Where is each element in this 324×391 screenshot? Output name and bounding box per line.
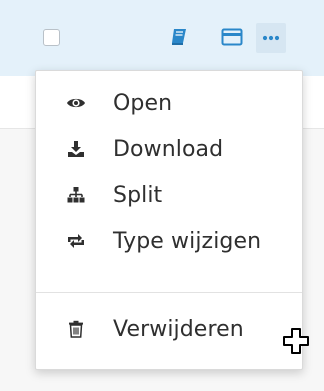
swap-icon xyxy=(66,231,86,251)
menu-item-label: Open xyxy=(113,90,173,116)
menu-divider xyxy=(36,292,302,293)
menu-item-label: Split xyxy=(113,182,163,208)
menu-item-open[interactable]: Open xyxy=(36,81,302,125)
eye-icon xyxy=(66,93,86,113)
more-button[interactable] xyxy=(256,23,286,53)
card-button[interactable] xyxy=(221,26,243,48)
row-toolbar xyxy=(0,0,324,76)
sitemap-icon xyxy=(66,185,86,205)
move-cursor-icon xyxy=(282,327,310,355)
menu-item-change-type[interactable]: Type wijzigen xyxy=(36,219,302,263)
book-icon xyxy=(168,26,190,48)
trash-icon xyxy=(66,319,86,339)
menu-item-label: Download xyxy=(113,136,224,162)
menu-item-delete[interactable]: Verwijderen xyxy=(36,307,302,351)
menu-item-label: Verwijderen xyxy=(113,316,244,342)
credit-card-icon xyxy=(221,26,243,48)
menu-item-split[interactable]: Split xyxy=(36,173,302,217)
actions-menu: Open Download Split Type wijzigen Verwij… xyxy=(35,70,303,370)
select-checkbox[interactable] xyxy=(43,29,60,46)
menu-item-download[interactable]: Download xyxy=(36,127,302,171)
book-button[interactable] xyxy=(168,26,190,48)
download-icon xyxy=(66,139,86,159)
menu-item-label: Type wijzigen xyxy=(113,228,262,254)
